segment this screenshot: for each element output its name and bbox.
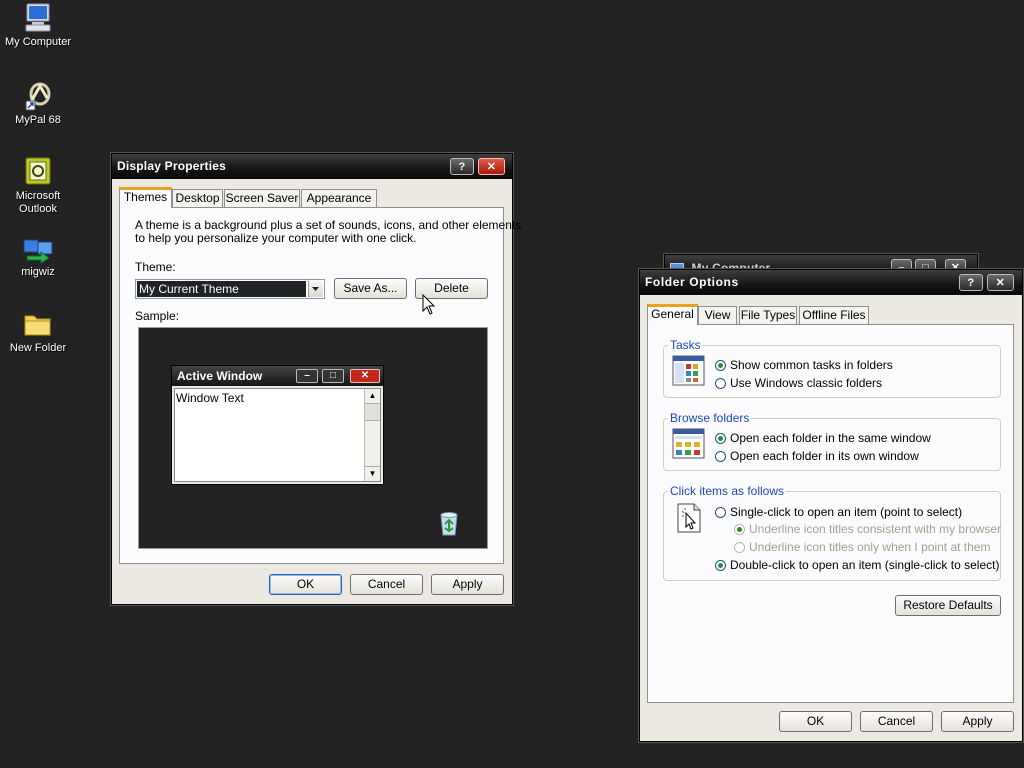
- sample-active-window: Active Window – □ ✕ Window Text ▲ ▼: [171, 365, 384, 485]
- sample-maximize-icon: □: [322, 369, 344, 383]
- sample-window-body: Window Text ▲ ▼: [174, 388, 381, 482]
- folder-icon: [24, 315, 51, 336]
- folder-options-dialog[interactable]: Folder Options ? ✕ General View File Typ…: [639, 269, 1023, 742]
- click-pointer-icon: [677, 503, 701, 533]
- desktop-icon-label: Microsoft Outlook: [15, 190, 61, 215]
- desktop-icon-new-folder[interactable]: New Folder: [0, 308, 76, 355]
- general-panel: Tasks Show common tasks in folders Use W…: [647, 324, 1014, 703]
- display-tabs: Themes Desktop Screen Saver Appearance: [119, 187, 505, 208]
- desktop-icon-label: MyPal 68: [15, 114, 61, 126]
- sample-close-icon: ✕: [350, 369, 380, 383]
- tab-themes[interactable]: Themes: [119, 187, 172, 208]
- tab-offline-files[interactable]: Offline Files: [799, 306, 869, 324]
- tasks-preview-icon: [672, 355, 705, 386]
- browse-preview-icon: [672, 428, 705, 459]
- theme-select[interactable]: My Current Theme: [135, 279, 325, 299]
- themes-description-line1: A theme is a background plus a set of so…: [135, 218, 522, 232]
- tab-general[interactable]: General: [647, 304, 698, 325]
- click-items-group-title: Click items as follows: [668, 484, 787, 498]
- outlook-icon: [25, 157, 51, 185]
- radio-own-window[interactable]: [715, 451, 726, 462]
- tab-file-types[interactable]: File Types: [739, 306, 797, 324]
- cancel-button[interactable]: Cancel: [350, 574, 423, 595]
- sample-window-text: Window Text: [176, 391, 244, 405]
- radio-label: Open each folder in its own window: [730, 449, 919, 463]
- radio-label: Single-click to open an item (point to s…: [730, 505, 963, 519]
- desktop-icon-label: New Folder: [9, 342, 67, 354]
- sample-window-titlebar: Active Window – □ ✕: [172, 366, 383, 386]
- dropdown-arrow-button[interactable]: [308, 281, 323, 297]
- radio-label: Show common tasks in folders: [730, 358, 893, 372]
- ok-button[interactable]: OK: [269, 574, 342, 595]
- computer-icon: [25, 3, 51, 32]
- radio-underline-browser[interactable]: [734, 524, 745, 535]
- sample-label: Sample:: [135, 309, 180, 323]
- tab-appearance[interactable]: Appearance: [301, 189, 377, 207]
- apply-button[interactable]: Apply: [431, 574, 504, 595]
- radio-double-click[interactable]: [715, 560, 726, 571]
- scroll-down-icon: ▼: [365, 466, 380, 481]
- folder-options-titlebar[interactable]: Folder Options ? ✕: [640, 270, 1022, 295]
- dialog-title: Display Properties: [117, 159, 226, 173]
- tab-view[interactable]: View: [698, 306, 737, 324]
- radio-same-window[interactable]: [715, 433, 726, 444]
- radio-label: Use Windows classic folders: [730, 376, 883, 390]
- radio-label: Double-click to open an item (single-cli…: [730, 558, 1000, 572]
- radio-label: Open each folder in the same window: [730, 431, 931, 445]
- close-button[interactable]: ✕: [478, 158, 505, 175]
- mypal-icon: [25, 82, 51, 111]
- desktop-icon-mypal[interactable]: MyPal 68: [0, 80, 76, 127]
- migwiz-icon: [23, 239, 53, 264]
- scroll-thumb: [365, 404, 380, 421]
- theme-label: Theme:: [135, 260, 176, 274]
- radio-label: Underline icon titles only when I point …: [749, 540, 991, 554]
- themes-description-line2: to help you personalize your computer wi…: [135, 231, 417, 245]
- close-button[interactable]: ✕: [987, 274, 1014, 291]
- desktop-icon-my-computer[interactable]: My Computer: [0, 2, 76, 49]
- scroll-up-icon: ▲: [365, 389, 380, 404]
- radio-classic-folders[interactable]: [715, 378, 726, 389]
- tab-desktop[interactable]: Desktop: [172, 189, 223, 207]
- restore-defaults-button[interactable]: Restore Defaults: [895, 595, 1001, 616]
- save-as-button[interactable]: Save As...: [334, 278, 407, 299]
- ok-button[interactable]: OK: [779, 711, 852, 732]
- desktop-icon-migwiz[interactable]: migwiz: [0, 232, 76, 279]
- tab-screen-saver[interactable]: Screen Saver: [224, 189, 300, 207]
- mouse-cursor-icon: [422, 294, 436, 315]
- theme-select-value: My Current Theme: [137, 281, 306, 297]
- browse-folders-group-title: Browse folders: [668, 411, 752, 425]
- help-button[interactable]: ?: [959, 274, 983, 291]
- radio-underline-point[interactable]: [734, 542, 745, 553]
- display-properties-dialog[interactable]: Display Properties ? ✕ Themes Desktop Sc…: [111, 153, 521, 605]
- sample-minimize-icon: –: [296, 369, 318, 383]
- display-properties-titlebar[interactable]: Display Properties ? ✕: [112, 154, 512, 179]
- themes-panel: A theme is a background plus a set of so…: [119, 207, 521, 564]
- theme-sample-preview: Active Window – □ ✕ Window Text ▲ ▼: [138, 327, 488, 549]
- radio-label: Underline icon titles consistent with my…: [749, 522, 1002, 536]
- recycle-bin-icon: [440, 512, 458, 536]
- cancel-button[interactable]: Cancel: [860, 711, 933, 732]
- folder-options-tabs: General View File Types Offline Files: [647, 304, 1015, 325]
- chevron-down-icon: [312, 287, 319, 291]
- desktop-icon-label: My Computer: [4, 36, 72, 48]
- sample-window-title: Active Window: [177, 369, 263, 383]
- desktop-icon-label: migwiz: [21, 266, 55, 278]
- sample-scrollbar: ▲ ▼: [364, 389, 380, 481]
- radio-single-click[interactable]: [715, 507, 726, 518]
- apply-button[interactable]: Apply: [941, 711, 1014, 732]
- radio-show-common-tasks[interactable]: [715, 360, 726, 371]
- desktop-icon-outlook[interactable]: Microsoft Outlook: [0, 156, 76, 216]
- help-button[interactable]: ?: [450, 158, 474, 175]
- dialog-title: Folder Options: [645, 275, 739, 289]
- tasks-group-title: Tasks: [668, 338, 703, 352]
